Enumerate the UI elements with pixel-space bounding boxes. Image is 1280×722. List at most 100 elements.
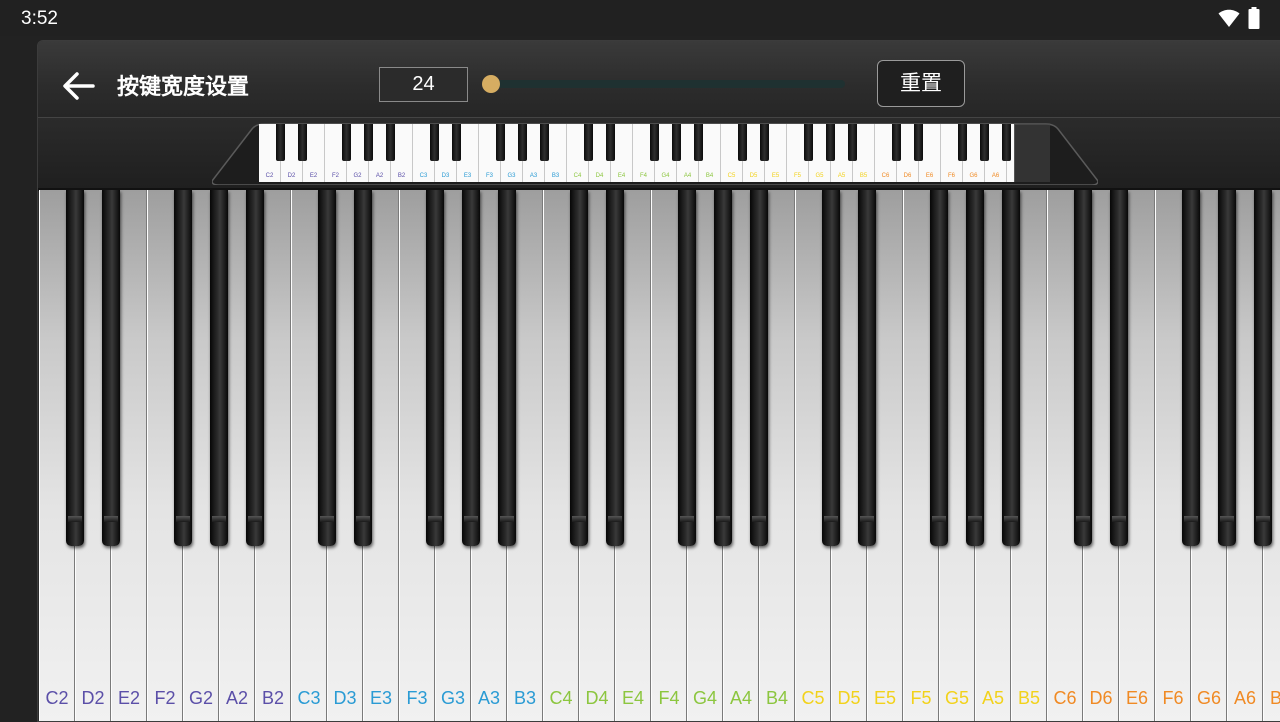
key-label: C5 (801, 688, 825, 708)
mini-key-label: G6 (969, 173, 978, 179)
mini-key-label: G2 (353, 173, 362, 179)
key-width-settings-screen: 按键宽度设置 24 重置 C2 D2 E2 F2 G2 A2 B2 C3 D3 E3 F3 G3 A3 B… (37, 40, 1280, 722)
mini-key-label: A3 (529, 173, 538, 179)
mini-key-label: E4 (617, 173, 626, 179)
black-key[interactable] (462, 190, 480, 546)
key-label: C6 (1053, 688, 1077, 708)
mini-key-label: B4 (705, 173, 714, 179)
mini-key-label: B3 (551, 173, 560, 179)
mini-key-label: B6 (1007, 173, 1015, 180)
black-key[interactable] (1074, 190, 1092, 546)
mini-black-key (518, 124, 527, 161)
back-button[interactable] (60, 68, 96, 104)
black-key[interactable] (1002, 190, 1020, 546)
navigator-viewport-window[interactable] (1014, 124, 1050, 182)
key-label: D2 (81, 688, 105, 708)
black-key[interactable] (1110, 190, 1128, 546)
key-label: G2 (188, 688, 213, 708)
mini-key-label: C4 (573, 173, 582, 179)
black-key[interactable] (858, 190, 876, 546)
mini-key-label: B2 (397, 173, 406, 179)
mini-keyboard[interactable]: C2 D2 E2 F2 G2 A2 B2 C3 D3 E3 F3 G3 A3 B3 C4 D4 E4 F4 G4 A4… (259, 124, 1014, 182)
mini-key-label: C5 (727, 173, 736, 179)
mini-key-label: C2 (265, 173, 274, 179)
key-label: G3 (440, 688, 465, 708)
key-width-slider[interactable] (482, 75, 845, 93)
key-label: B2 (261, 688, 285, 708)
arrow-left-icon (63, 72, 95, 100)
black-key[interactable] (426, 190, 444, 546)
reset-button[interactable]: 重置 (877, 60, 965, 107)
left-strip (0, 36, 38, 720)
mini-black-key (298, 124, 307, 161)
black-key[interactable] (606, 190, 624, 546)
black-key[interactable] (354, 190, 372, 546)
mini-black-key (672, 124, 681, 161)
mini-black-key (452, 124, 461, 161)
key-label: F6 (1162, 688, 1184, 708)
mini-key-label: F2 (331, 173, 339, 179)
status-bar: 3:52 (0, 0, 1280, 36)
black-key[interactable] (174, 190, 192, 546)
mini-black-key (606, 124, 615, 161)
mini-black-key (848, 124, 857, 161)
key-width-value[interactable]: 24 (379, 67, 468, 102)
black-key[interactable] (318, 190, 336, 546)
mini-key-label: A4 (683, 173, 692, 179)
mini-black-key (826, 124, 835, 161)
wifi-icon (1218, 9, 1240, 27)
key-label: G6 (1196, 688, 1221, 708)
key-label: E3 (369, 688, 393, 708)
mini-black-key (364, 124, 373, 161)
black-key[interactable] (66, 190, 84, 546)
mini-key-label: D3 (441, 173, 450, 179)
key-label: A4 (729, 688, 753, 708)
key-label: E2 (117, 688, 141, 708)
black-key[interactable] (822, 190, 840, 546)
mini-key-label: C3 (419, 173, 428, 179)
mini-black-key (430, 124, 439, 161)
black-key[interactable] (930, 190, 948, 546)
key-label: F3 (406, 688, 428, 708)
mini-black-key (496, 124, 505, 161)
status-time: 3:52 (21, 8, 58, 29)
black-key[interactable] (1254, 190, 1272, 546)
key-label: F2 (154, 688, 176, 708)
slider-thumb[interactable] (482, 75, 501, 93)
mini-black-key (958, 124, 967, 161)
key-label: D3 (333, 688, 357, 708)
mini-key-label: D6 (903, 173, 912, 179)
mini-key-label: A2 (375, 173, 384, 179)
mini-key-label: E6 (925, 173, 934, 179)
keyboard-navigator[interactable]: C2 D2 E2 F2 G2 A2 B2 C3 D3 E3 F3 G3 A3 B3 C4 D4 E4 F4 G4 A4… (38, 118, 1280, 191)
black-key[interactable] (966, 190, 984, 546)
key-label: F5 (910, 688, 932, 708)
mini-key-label: D2 (287, 173, 296, 179)
key-label: A2 (225, 688, 249, 708)
black-key[interactable] (750, 190, 768, 546)
black-key[interactable] (498, 190, 516, 546)
black-key[interactable] (570, 190, 588, 546)
black-key[interactable] (678, 190, 696, 546)
black-key[interactable] (1182, 190, 1200, 546)
black-key[interactable] (714, 190, 732, 546)
piano-keyboard[interactable]: C2 D2 E2 F2 G2 A2 B2 C3 D3 E3 F3 G3 A3 B3 C4 D4 E4 F4 G4 A4… (39, 190, 1280, 721)
black-key[interactable] (102, 190, 120, 546)
key-label: E6 (1125, 688, 1149, 708)
key-label: B3 (513, 688, 537, 708)
key-label: G5 (944, 688, 969, 708)
mini-black-key (276, 124, 285, 161)
mini-black-key (980, 124, 989, 161)
mini-key-label: G3 (507, 173, 516, 179)
black-key[interactable] (210, 190, 228, 546)
key-label: C3 (297, 688, 321, 708)
status-icons (1218, 7, 1260, 29)
mini-key-label: A5 (837, 173, 846, 179)
key-label: A3 (477, 688, 501, 708)
battery-icon (1248, 7, 1260, 29)
mini-black-key (804, 124, 813, 161)
mini-black-key (386, 124, 395, 161)
black-key[interactable] (246, 190, 264, 546)
black-key[interactable] (1218, 190, 1236, 546)
key-label: C4 (549, 688, 573, 708)
